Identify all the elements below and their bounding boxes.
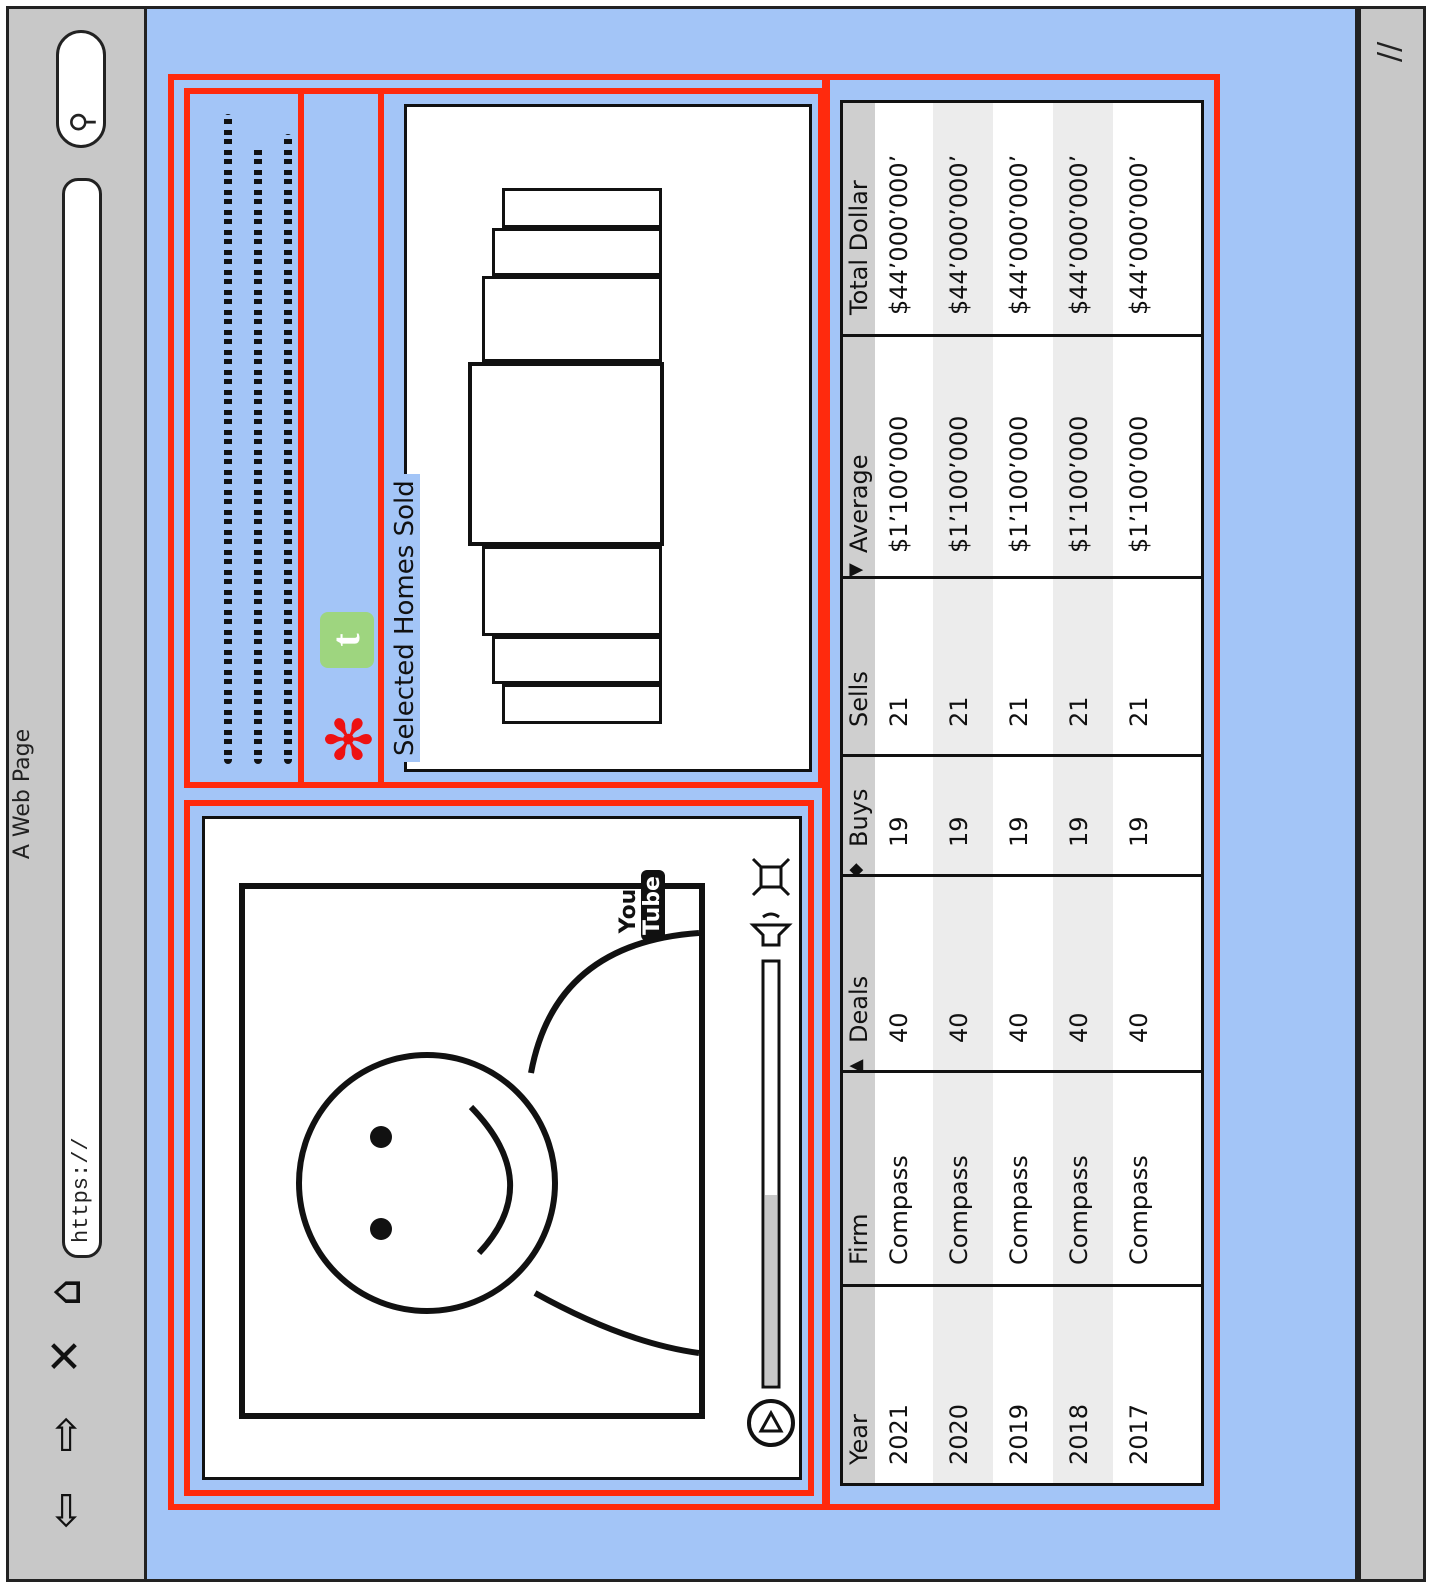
cover-item[interactable] xyxy=(492,228,662,276)
window-title: A Web Page xyxy=(10,728,35,860)
col-header-year[interactable]: Year xyxy=(845,1414,873,1465)
table-cell: 2021 xyxy=(885,1403,913,1465)
col-separator xyxy=(843,754,1204,757)
cover-item[interactable] xyxy=(482,546,662,636)
table-cell: $1’100’000 xyxy=(1065,415,1093,553)
search-icon[interactable]: ⚲ xyxy=(65,111,100,133)
table-cell: $44’000’000’ xyxy=(1125,154,1153,315)
col-separator xyxy=(843,1284,1204,1287)
browser-window: A Web Page ⇦ ⇨ ✕ ⌂ https:// ⚲ // You Tub… xyxy=(0,0,1432,1588)
table-cell: 40 xyxy=(885,1012,913,1043)
video-player[interactable]: You Tube xyxy=(202,816,802,1480)
yelp-icon[interactable]: ✻ xyxy=(313,710,386,768)
seek-progress xyxy=(765,1195,777,1385)
table-cell: 40 xyxy=(1125,1012,1153,1043)
table-cell: 19 xyxy=(1125,816,1153,847)
text-block-frame xyxy=(184,88,304,788)
table-cell: 19 xyxy=(1065,816,1093,847)
video-controls xyxy=(747,857,795,1447)
table-cell: 21 xyxy=(945,696,973,727)
youtube-logo: You Tube xyxy=(616,870,665,941)
video-screen[interactable]: You Tube xyxy=(239,870,705,1419)
table-cell: 40 xyxy=(945,1012,973,1043)
stop-icon[interactable]: ✕ xyxy=(36,1328,96,1384)
table-cell: 40 xyxy=(1065,1012,1093,1043)
col-header-sells[interactable]: Sells xyxy=(845,671,873,727)
table-cell: Compass xyxy=(1065,1155,1093,1265)
cover-item[interactable] xyxy=(502,684,662,724)
youtube-logo-tube: Tube xyxy=(640,870,665,941)
table-cell: $1’100’000 xyxy=(885,415,913,553)
table-cell: $44’000’000’ xyxy=(1005,154,1033,315)
table-cell: 19 xyxy=(1005,816,1033,847)
col-header-buys[interactable]: Buys xyxy=(845,789,873,847)
youtube-logo-you: You xyxy=(616,888,641,934)
sort-descending-icon[interactable]: ▼ xyxy=(845,563,866,577)
coverflow-title: Selected Homes Sold xyxy=(390,474,420,762)
cover-item[interactable] xyxy=(482,276,662,362)
data-table[interactable]: Year Firm Deals Buys Sells Average Total… xyxy=(840,100,1204,1486)
cover-item-selected[interactable] xyxy=(468,362,664,546)
table-cell: 19 xyxy=(945,816,973,847)
table-cell: Compass xyxy=(1005,1155,1033,1265)
table-cell: 2018 xyxy=(1065,1403,1093,1465)
col-header-firm[interactable]: Firm xyxy=(845,1213,873,1265)
table-cell: Compass xyxy=(885,1155,913,1265)
url-field[interactable]: https:// xyxy=(62,178,102,1258)
coverflow-frame: Selected Homes Sold xyxy=(378,88,824,788)
forward-icon[interactable]: ⇨ xyxy=(36,1406,96,1462)
cover-item[interactable] xyxy=(492,636,662,684)
table-cell: 21 xyxy=(1005,696,1033,727)
table-cell: $1’100’000 xyxy=(1125,415,1153,553)
table-cell: Compass xyxy=(1125,1155,1153,1265)
col-header-total-dollar[interactable]: Total Dollar xyxy=(845,180,873,315)
table-cell: 21 xyxy=(885,696,913,727)
scrollbar-track[interactable] xyxy=(1358,6,1426,1582)
table-cell: 19 xyxy=(885,816,913,847)
cover-item[interactable] xyxy=(502,188,662,228)
table-cell: Compass xyxy=(945,1155,973,1265)
play-icon[interactable] xyxy=(747,1399,795,1447)
table-cell: $1’100’000 xyxy=(1005,415,1033,553)
table-cell: 21 xyxy=(1065,696,1093,727)
col-separator xyxy=(843,576,1204,579)
table-cell: $1’100’000 xyxy=(945,415,973,553)
table-cell: 2020 xyxy=(945,1403,973,1465)
table-cell: $44’000’000’ xyxy=(885,154,913,315)
table-cell: 2017 xyxy=(1125,1403,1153,1465)
table-cell: 40 xyxy=(1005,1012,1033,1043)
home-icon[interactable]: ⌂ xyxy=(36,1264,96,1320)
tumblr-icon[interactable]: t xyxy=(320,612,374,668)
search-field[interactable]: ⚲ xyxy=(56,30,106,148)
text-line xyxy=(254,144,262,764)
social-frame: ✻ t xyxy=(298,88,386,788)
col-separator xyxy=(843,874,1204,877)
volume-icon[interactable] xyxy=(749,912,793,947)
fullscreen-icon[interactable] xyxy=(751,857,791,897)
table-cell: 2019 xyxy=(1005,1403,1033,1465)
table-cell: 21 xyxy=(1125,696,1153,727)
video-thumbnail xyxy=(296,930,699,1356)
col-separator xyxy=(843,334,1204,337)
resize-grip-icon[interactable]: // xyxy=(1372,42,1407,62)
col-header-deals[interactable]: Deals xyxy=(845,976,873,1043)
table-cell: $44’000’000’ xyxy=(945,154,973,315)
text-line xyxy=(224,114,232,764)
table-cell: $44’000’000’ xyxy=(1065,154,1093,315)
back-icon[interactable]: ⇦ xyxy=(36,1482,96,1538)
col-separator xyxy=(843,1070,1204,1073)
col-header-average[interactable]: Average xyxy=(845,454,873,553)
text-line xyxy=(284,134,292,764)
